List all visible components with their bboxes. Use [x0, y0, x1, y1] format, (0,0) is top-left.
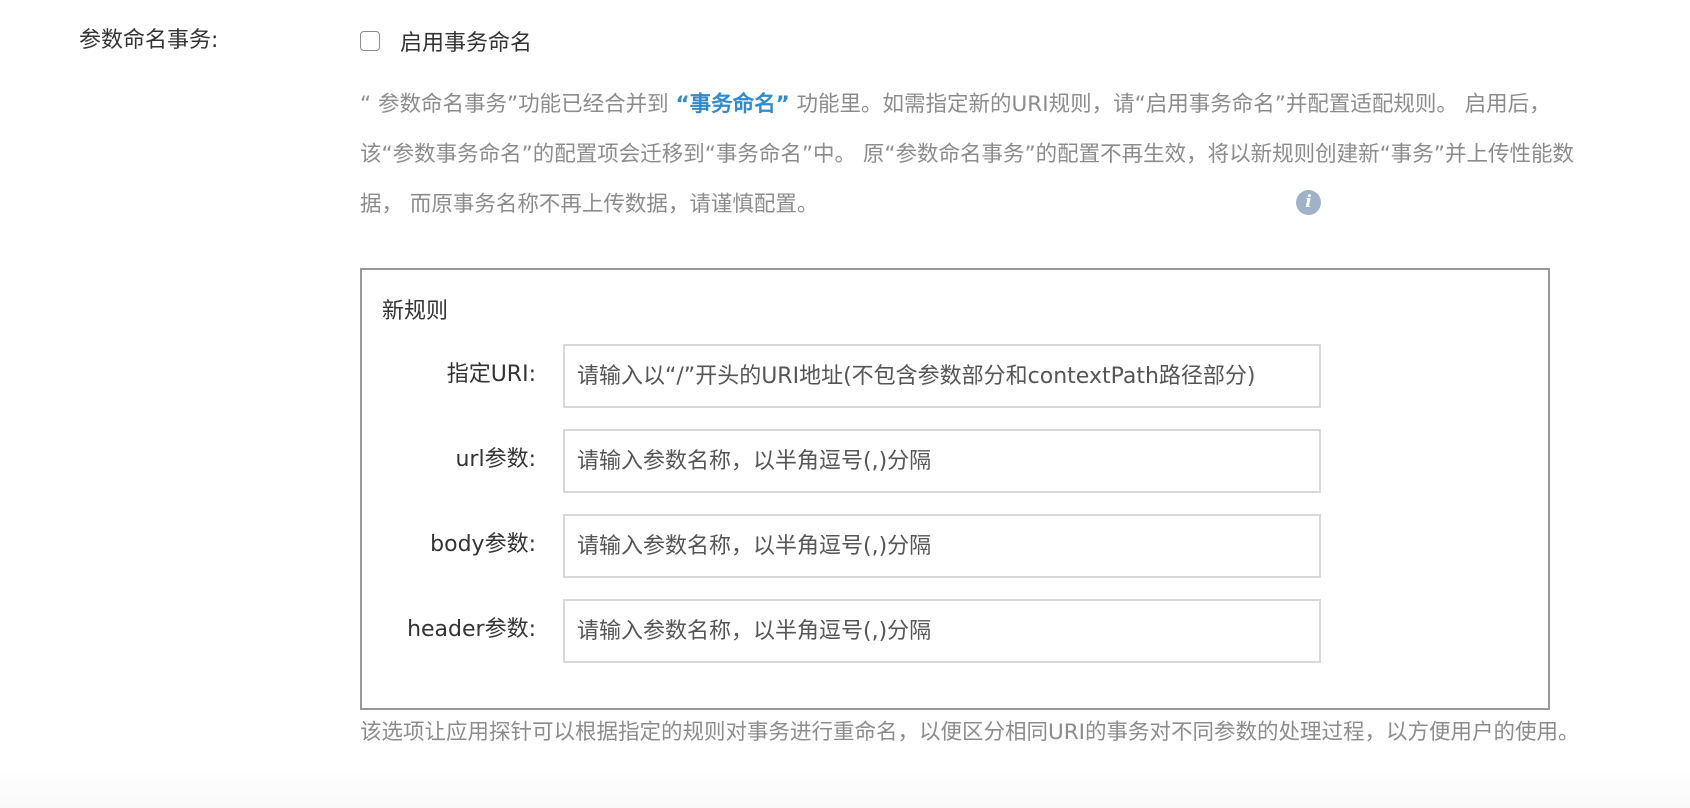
- parameter-naming-transaction-label: 参数命名事务:: [79, 28, 219, 53]
- url-params-label: url参数:: [455, 447, 536, 472]
- new-rule-panel: 新规则 指定URI: url参数: body参数: header参数:: [360, 268, 1550, 710]
- info-icon[interactable]: i: [1296, 190, 1321, 215]
- enable-transaction-naming-row[interactable]: 启用事务命名: [360, 25, 532, 57]
- enable-transaction-naming-label[interactable]: 启用事务命名: [400, 25, 532, 57]
- body-params-label: body参数:: [430, 532, 536, 557]
- header-params-input[interactable]: [563, 599, 1321, 663]
- merge-notice-description: “ 参数命名事务”功能已经合并到 “事务命名” 功能里。如需指定新的URI规则，…: [360, 80, 1590, 230]
- transaction-naming-highlight: “事务命名”: [675, 92, 790, 117]
- new-rule-title: 新规则: [382, 299, 449, 324]
- body-params-input[interactable]: [563, 514, 1321, 578]
- bottom-fade: [0, 768, 1690, 808]
- uri-label: 指定URI:: [446, 362, 536, 387]
- uri-row: 指定URI:: [362, 344, 1548, 408]
- url-params-row: url参数:: [362, 429, 1548, 493]
- description-text-1: “ 参数命名事务”功能已经合并到: [360, 92, 676, 117]
- body-params-row: body参数:: [362, 514, 1548, 578]
- header-params-row: header参数:: [362, 599, 1548, 663]
- uri-input[interactable]: [563, 344, 1321, 408]
- header-params-label: header参数:: [407, 617, 536, 642]
- enable-transaction-naming-checkbox[interactable]: [360, 31, 380, 51]
- url-params-input[interactable]: [563, 429, 1321, 493]
- option-help-text: 该选项让应用探针可以根据指定的规则对事务进行重命名，以便区分相同URI的事务对不…: [360, 720, 1580, 745]
